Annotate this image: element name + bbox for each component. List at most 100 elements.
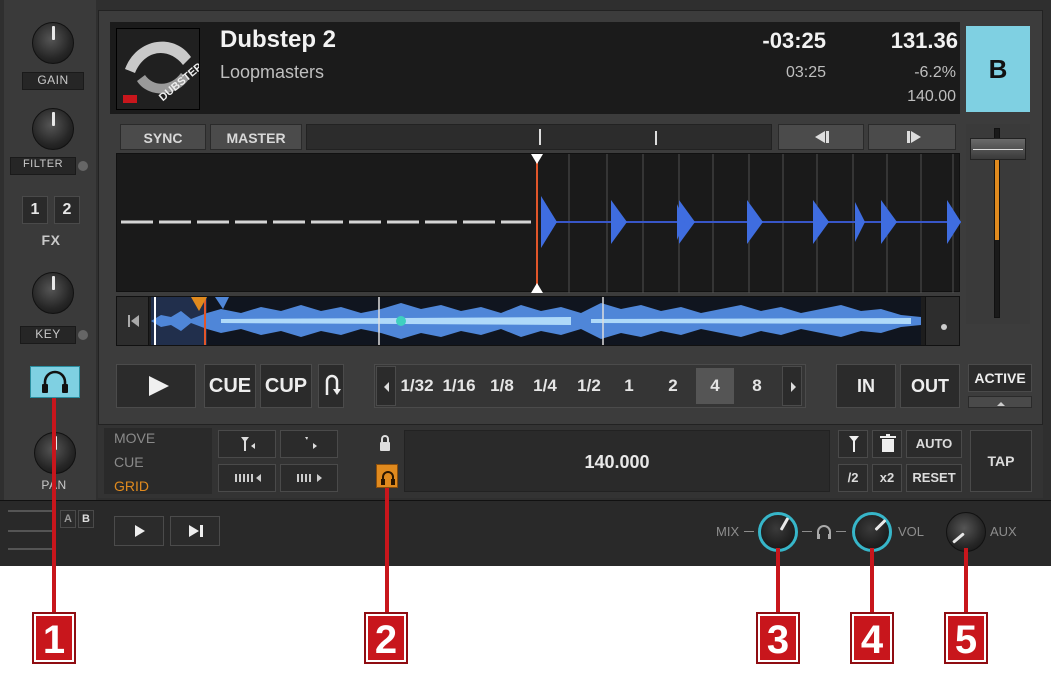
loop-size-2[interactable]: 2 (656, 368, 690, 404)
key-knob[interactable] (32, 272, 74, 314)
set-grid-marker-button[interactable] (838, 430, 868, 458)
callout-1-line (52, 398, 56, 612)
original-bpm: 140.00 (907, 88, 956, 105)
footer-play-next-button[interactable] (170, 516, 220, 546)
loop-size-1[interactable]: 1 (614, 368, 644, 404)
cup-button[interactable]: CUP (260, 364, 312, 408)
callout-4-line (870, 548, 874, 612)
loop-size-8[interactable]: 8 (740, 368, 774, 404)
loop-size-1-8[interactable]: 1/8 (484, 368, 520, 404)
tempo-fader[interactable] (966, 124, 1030, 324)
key-lock-indicator[interactable] (78, 330, 88, 340)
headphone-cue-button[interactable] (30, 366, 80, 398)
headphone-icon (817, 525, 831, 539)
loop-size-1-4[interactable]: 1/4 (526, 368, 564, 404)
mode-cue[interactable]: CUE (114, 454, 204, 472)
elapsed-time: 03:25 (785, 64, 826, 81)
overview-start-button[interactable] (117, 297, 149, 345)
end-marker-icon (941, 324, 947, 330)
crossfader-line (8, 510, 56, 512)
grid-shift-right-icon (297, 474, 322, 482)
callout-2-line (385, 488, 389, 612)
phase-meter (306, 124, 772, 150)
delete-grid-marker-button[interactable] (872, 430, 902, 458)
loop-size-1-32[interactable]: 1/32 (398, 368, 436, 404)
beatjump-back-button[interactable] (778, 124, 864, 150)
chevron-up-icon (997, 402, 1005, 406)
jump-forward-icon (907, 131, 921, 143)
crossfader-assign-b[interactable]: B (78, 510, 94, 528)
aux-knob[interactable] (946, 512, 986, 552)
filter-label: FILTER (10, 157, 76, 175)
fx-label: FX (41, 232, 61, 248)
grid-bpm-display[interactable]: 140.000 (404, 430, 830, 492)
overview-end-button[interactable] (925, 297, 959, 345)
double-bpm-button[interactable]: x2 (872, 464, 902, 492)
cue-mix-knob[interactable] (758, 512, 798, 552)
cue-button[interactable]: CUE (204, 364, 256, 408)
cover-art: DUBSTEP (116, 28, 200, 110)
headphone-icon (42, 370, 68, 393)
auto-grid-button[interactable]: AUTO (906, 430, 962, 458)
flux-button[interactable] (318, 364, 344, 408)
crossfader-assign-a[interactable]: A (60, 510, 76, 528)
master-button[interactable]: MASTER (210, 124, 302, 150)
loop-size-prev-button[interactable] (376, 366, 396, 406)
track-overview[interactable] (116, 296, 960, 346)
aux-label: AUX (990, 524, 1017, 539)
callout-3-line (776, 548, 780, 612)
headphone-tick-icon (381, 471, 395, 485)
footer-play-button[interactable] (114, 516, 164, 546)
loop-size-next-button[interactable] (782, 366, 802, 406)
loop-size-1-2[interactable]: 1/2 (570, 368, 608, 404)
gain-knob[interactable] (32, 22, 74, 64)
cue-volume-knob[interactable] (852, 512, 892, 552)
beatjump-forward-button[interactable] (868, 124, 956, 150)
loop-out-button[interactable]: OUT (900, 364, 960, 408)
bpm-lock-button[interactable] (372, 430, 398, 456)
grid-shift-right-button[interactable] (280, 464, 338, 492)
grid-marker-right-icon (305, 437, 317, 449)
loop-active-button[interactable]: ACTIVE (968, 364, 1032, 392)
track-artist: Loopmasters (220, 62, 325, 82)
skip-to-start-icon (128, 315, 139, 327)
tap-tempo-button[interactable]: TAP (970, 430, 1032, 492)
grid-shift-left-button[interactable] (218, 464, 276, 492)
loop-size-1-16[interactable]: 1/16 (440, 368, 478, 404)
grid-shift-left-icon (235, 474, 261, 482)
grid-marker-left-button[interactable] (218, 430, 276, 458)
fx-unit-2-button[interactable]: 2 (54, 196, 80, 224)
play-icon (135, 525, 145, 537)
mix-label: MIX (716, 524, 740, 539)
loop-in-button[interactable]: IN (836, 364, 896, 408)
tick-button[interactable] (376, 464, 398, 488)
filter-on-indicator[interactable] (78, 161, 88, 171)
key-label: KEY (20, 326, 76, 344)
mode-grid-active[interactable]: GRID (114, 478, 204, 496)
remaining-time: -03:25 (762, 28, 826, 53)
chevron-left-icon (384, 382, 389, 392)
advanced-panel-toggle[interactable] (968, 396, 1032, 408)
half-bpm-button[interactable]: /2 (838, 464, 868, 492)
jump-back-icon (815, 131, 829, 143)
mix-dash-2 (802, 531, 812, 532)
reset-grid-button[interactable]: RESET (906, 464, 962, 492)
callout-3: 3 (756, 612, 800, 664)
chevron-right-icon (791, 382, 796, 392)
sync-button[interactable]: SYNC (120, 124, 206, 150)
deck-letter[interactable]: B (966, 26, 1030, 112)
callout-5-line (964, 548, 968, 612)
play-icon (149, 376, 169, 396)
flux-icon (325, 374, 341, 395)
callout-5: 5 (944, 612, 988, 664)
grid-marker-icon (849, 436, 859, 452)
grid-marker-right-button[interactable] (280, 430, 338, 458)
mode-move[interactable]: MOVE (114, 430, 204, 448)
loop-size-4-selected[interactable]: 4 (696, 368, 734, 404)
play-button[interactable] (116, 364, 196, 408)
tempo-fader-handle[interactable] (970, 138, 1026, 160)
fx-unit-1-button[interactable]: 1 (22, 196, 48, 224)
track-title: Dubstep 2 (220, 26, 337, 53)
stripe-waveform[interactable] (116, 153, 961, 293)
filter-knob[interactable] (32, 108, 74, 150)
